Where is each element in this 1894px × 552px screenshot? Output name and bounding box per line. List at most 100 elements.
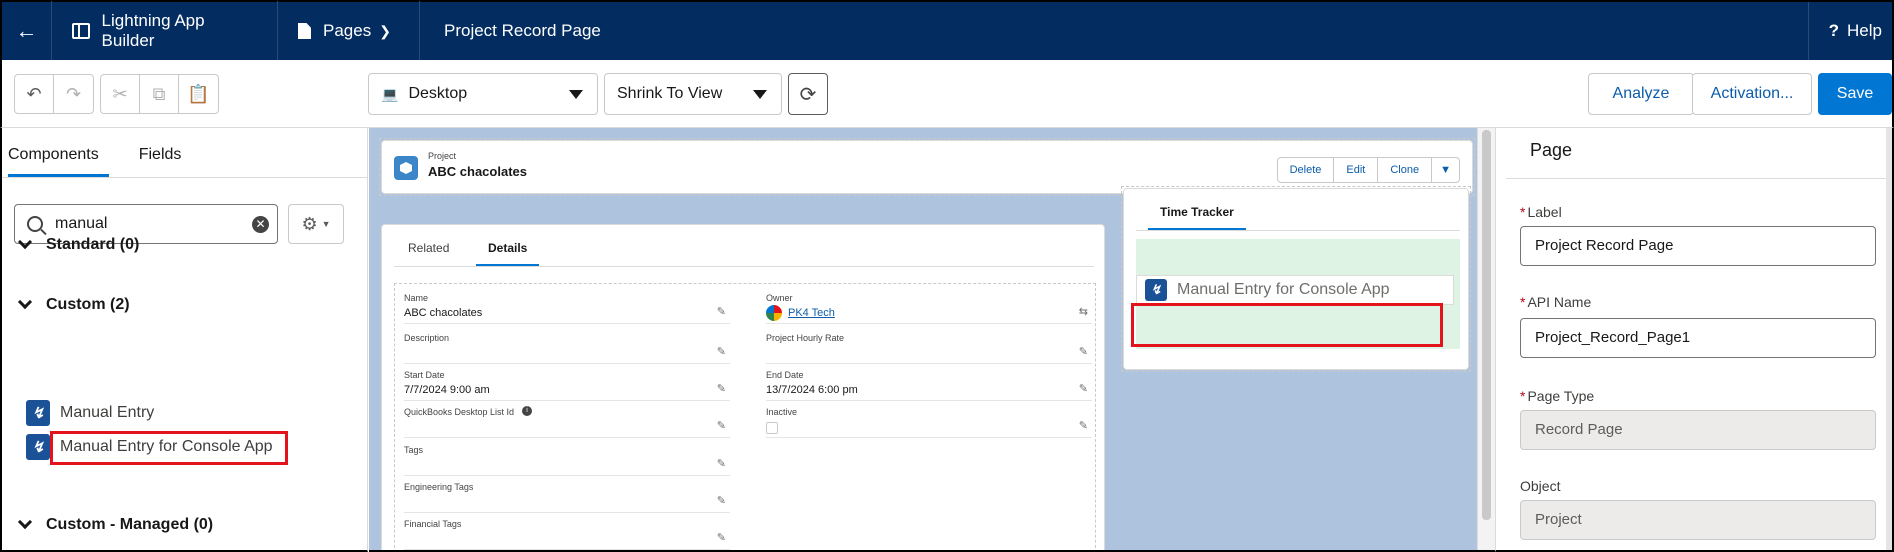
section-standard[interactable]: Standard (0) <box>17 234 140 254</box>
pencil-icon[interactable]: ✎ <box>1079 345 1088 358</box>
analyze-button[interactable]: Analyze <box>1588 73 1694 115</box>
app-builder-title: Lightning App Builder <box>52 1 278 61</box>
app-header: ← Lightning App Builder Pages ❯ Project … <box>0 0 1894 61</box>
field-value: 7/7/2024 9:00 am <box>404 384 490 396</box>
pencil-icon[interactable]: ✎ <box>717 382 726 395</box>
field-hourly-rate[interactable]: Project Hourly Rate ✎ <box>766 333 1092 364</box>
panel-scrollbar[interactable] <box>1886 128 1892 550</box>
field-start-date[interactable]: Start Date 7/7/2024 9:00 am ✎ <box>404 370 730 401</box>
save-button[interactable]: Save <box>1818 73 1892 115</box>
field-owner[interactable]: Owner PK4 Tech ⇆ <box>766 293 1092 324</box>
pages-menu-button[interactable]: Pages ❯ <box>278 1 420 61</box>
chevron-down-icon: ❯ <box>379 22 391 39</box>
search-value: manual <box>55 215 108 232</box>
label-field-label: * Label <box>1520 204 1562 220</box>
pencil-icon[interactable]: ✎ <box>717 457 726 470</box>
field-engineering-tags[interactable]: Engineering Tags ✎ <box>404 482 730 513</box>
pencil-icon[interactable]: ✎ <box>1079 419 1088 432</box>
pencil-icon[interactable]: ✎ <box>1079 382 1088 395</box>
highlight-box <box>1131 303 1443 347</box>
field-label: Project Hourly Rate <box>766 333 845 343</box>
pencil-icon[interactable]: ✎ <box>717 494 726 507</box>
field-label: Engineering Tags <box>404 482 474 492</box>
section-custom-label: Custom (2) <box>46 296 130 313</box>
undo-button[interactable]: ↶ <box>15 75 54 113</box>
tab-related[interactable]: Related <box>408 241 449 255</box>
tab-time-tracker[interactable]: Time Tracker <box>1148 205 1246 230</box>
record-object-label: Project <box>428 151 457 161</box>
clipboard-group: ✂ ⧉ 📋 <box>100 74 219 114</box>
field-name[interactable]: Name ABC chacolates ✎ <box>404 293 730 324</box>
pencil-icon[interactable]: ✎ <box>717 345 726 358</box>
inactive-checkbox[interactable] <box>766 422 778 434</box>
device-select[interactable]: 💻 Desktop <box>368 73 598 115</box>
section-standard-label: Standard (0) <box>46 236 140 253</box>
components-panel: Components Fields manual ✕ ⚙ ▼ Standard … <box>0 128 368 552</box>
field-description[interactable]: Description ✎ <box>404 333 730 364</box>
field-inactive[interactable]: Inactive ✎ <box>766 407 1092 438</box>
dropped-component[interactable]: ↯ Manual Entry for Console App <box>1136 275 1454 305</box>
component-manual-entry[interactable]: ↯ Manual Entry <box>26 400 154 426</box>
field-label: Tags <box>404 445 424 455</box>
field-label: Description <box>404 333 450 343</box>
pencil-icon[interactable]: ✎ <box>717 419 726 432</box>
settings-menu-button[interactable]: ⚙ ▼ <box>288 204 344 244</box>
copy-button[interactable]: ⧉ <box>140 75 179 113</box>
field-financial-tags[interactable]: Financial Tags ✎ <box>404 519 730 550</box>
clear-search-icon[interactable]: ✕ <box>252 216 269 233</box>
delete-action[interactable]: Delete <box>1278 158 1335 182</box>
field-label: Inactive <box>766 407 798 417</box>
api-name-input[interactable]: Project_Record_Page1 <box>1520 318 1876 358</box>
refresh-icon: ⟳ <box>799 83 817 106</box>
page-canvas: Project ABC chacolates Delete Edit Clone… <box>369 128 1495 552</box>
field-label: Financial Tags <box>404 519 462 529</box>
refresh-button[interactable]: ⟳ <box>788 73 828 115</box>
pencil-icon[interactable]: ✎ <box>717 531 726 544</box>
change-owner-icon[interactable]: ⇆ <box>1079 305 1088 318</box>
cut-button[interactable]: ✂ <box>101 75 140 113</box>
tab-details[interactable]: Details <box>476 241 540 266</box>
paste-button[interactable]: 📋 <box>179 75 218 113</box>
back-button[interactable]: ← <box>2 1 52 61</box>
lightning-bolt-icon: ↯ <box>26 400 50 426</box>
scroll-thumb[interactable] <box>1482 130 1491 520</box>
chevron-down-icon[interactable]: ▼ <box>1432 158 1459 182</box>
pencil-icon[interactable]: ✎ <box>717 305 726 318</box>
redo-icon: ↷ <box>65 83 82 104</box>
caret-down-icon <box>753 90 767 99</box>
field-value: 13/7/2024 6:00 pm <box>766 384 858 396</box>
field-label: QuickBooks Desktop List Id <box>404 407 515 417</box>
section-custom[interactable]: Custom (2) <box>17 294 130 314</box>
record-detail-card[interactable]: Related Details Name ABC chacolates ✎ De… <box>381 224 1105 550</box>
field-tags[interactable]: Tags ✎ <box>404 445 730 476</box>
field-label: Owner <box>766 293 793 303</box>
page-title: Project Record Page <box>444 21 601 40</box>
clone-action[interactable]: Clone <box>1378 158 1433 182</box>
label-input[interactable]: Project Record Page <box>1520 226 1876 266</box>
search-icon <box>27 216 43 232</box>
panel-title: Page <box>1530 140 1573 160</box>
field-end-date[interactable]: End Date 13/7/2024 6:00 pm ✎ <box>766 370 1092 401</box>
tab-components[interactable]: Components <box>8 128 109 177</box>
canvas-scrollbar[interactable] <box>1477 128 1495 550</box>
record-name: ABC chacolates <box>428 164 527 179</box>
copy-icon: ⧉ <box>152 83 166 104</box>
field-label: Name <box>404 293 429 303</box>
redo-button[interactable]: ↷ <box>54 75 93 113</box>
edit-action[interactable]: Edit <box>1334 158 1379 182</box>
record-actions: Delete Edit Clone ▼ <box>1276 157 1460 183</box>
activation-button[interactable]: Activation... <box>1692 73 1812 115</box>
lightning-bolt-icon: ↯ <box>1145 279 1167 301</box>
owner-link[interactable]: PK4 Tech <box>788 307 835 319</box>
section-custom-managed[interactable]: Custom - Managed (0) <box>17 514 213 534</box>
device-select-value: Desktop <box>408 85 468 102</box>
view-select[interactable]: Shrink To View <box>604 73 782 115</box>
field-value: ABC chacolates <box>404 307 483 319</box>
component-label: Manual Entry <box>60 404 155 421</box>
sidebar-tabs: Time Tracker <box>1136 189 1460 231</box>
help-button[interactable]: ? Help <box>1807 2 1892 60</box>
info-icon[interactable]: i <box>522 406 532 416</box>
field-quickbooks-id[interactable]: QuickBooks Desktop List Id i ✎ <box>404 406 730 438</box>
app-name: Lightning App Builder <box>101 11 205 50</box>
tab-fields[interactable]: Fields <box>139 128 182 177</box>
